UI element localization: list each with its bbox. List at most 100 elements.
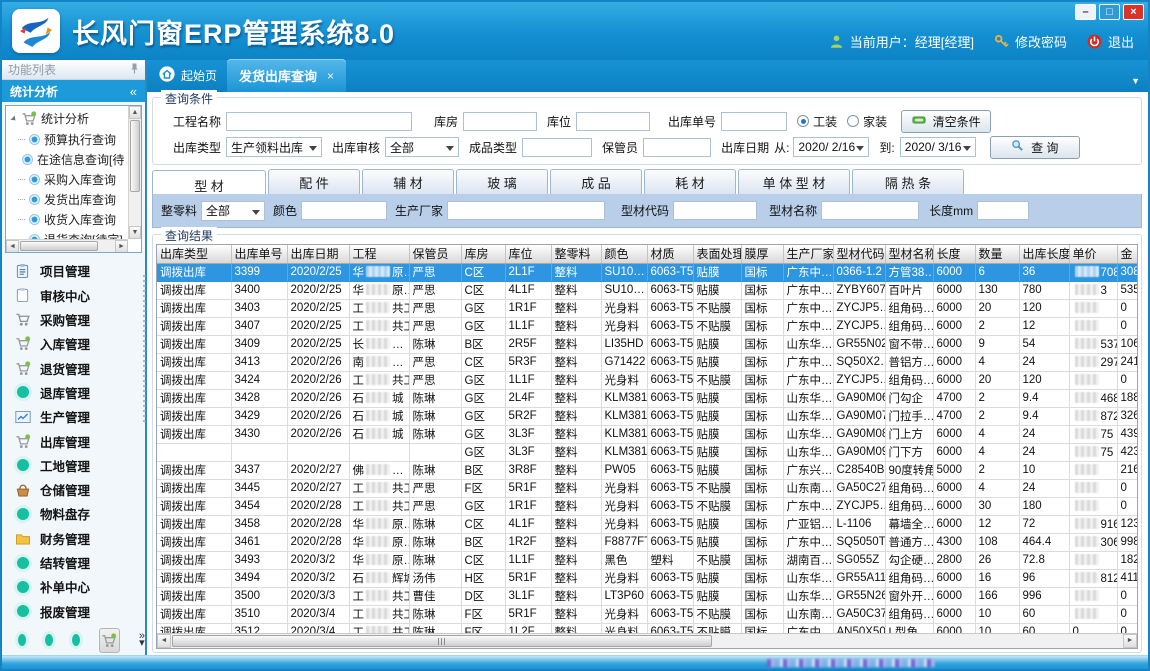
cell[interactable]: 广东中…: [783, 533, 833, 551]
cell[interactable]: 国标: [741, 425, 783, 443]
cell[interactable]: 门勾企: [885, 389, 933, 407]
cell[interactable]: 1R1F: [505, 299, 551, 317]
cell[interactable]: 3512: [231, 623, 287, 633]
cell[interactable]: 国标: [741, 389, 783, 407]
cell[interactable]: 调拨出库: [157, 569, 231, 587]
cell[interactable]: B区: [461, 335, 505, 353]
cell[interactable]: 2020/2/28: [287, 497, 349, 515]
cell[interactable]: 长…: [349, 335, 409, 353]
cell[interactable]: 不贴膜: [693, 551, 741, 569]
cell[interactable]: 4700: [933, 389, 975, 407]
cell[interactable]: 整料: [551, 263, 601, 281]
cell[interactable]: 3424: [231, 371, 287, 389]
cell[interactable]: 贴膜: [693, 263, 741, 281]
cell[interactable]: 工共工程: [349, 497, 409, 515]
cell[interactable]: [1069, 551, 1117, 569]
cell[interactable]: 山东华…: [783, 587, 833, 605]
cell[interactable]: 门下方: [885, 443, 933, 461]
cell[interactable]: 贴膜: [693, 443, 741, 461]
cell[interactable]: 10: [975, 623, 1019, 633]
cell[interactable]: 国标: [741, 299, 783, 317]
sidebar-item-报废管理[interactable]: 报废管理: [14, 601, 145, 622]
cell[interactable]: 严思: [409, 479, 461, 497]
scroll-right-icon[interactable]: ►: [1123, 634, 1137, 648]
warehouse-input[interactable]: [463, 112, 537, 131]
tree-expander-icon[interactable]: [10, 115, 17, 122]
cell[interactable]: 423: [1117, 443, 1137, 461]
cell[interactable]: 3454: [231, 497, 287, 515]
cell[interactable]: 山东华…: [783, 425, 833, 443]
cell[interactable]: 陈琳: [409, 461, 461, 479]
cell[interactable]: 窗外开…: [885, 587, 933, 605]
cell[interactable]: 组角码…: [885, 299, 933, 317]
cell[interactable]: 3L3F: [505, 443, 551, 461]
cell[interactable]: 国标: [741, 335, 783, 353]
cell[interactable]: 780: [1019, 281, 1069, 299]
cell[interactable]: 2020/2/26: [287, 425, 349, 443]
cell[interactable]: 9.4: [1019, 407, 1069, 425]
cell[interactable]: 30: [975, 497, 1019, 515]
cell[interactable]: 2: [975, 461, 1019, 479]
cell[interactable]: 广东中…: [783, 299, 833, 317]
tab-close-icon[interactable]: ×: [327, 69, 334, 83]
cell[interactable]: 6063-T5: [647, 425, 693, 443]
cell[interactable]: 2020/2/25: [287, 281, 349, 299]
cell[interactable]: 20: [975, 299, 1019, 317]
cell[interactable]: 石城: [349, 425, 409, 443]
change-password-button[interactable]: 修改密码: [994, 32, 1067, 51]
sidebar-item-仓储管理[interactable]: 仓储管理: [14, 479, 145, 500]
cell[interactable]: [1069, 605, 1117, 623]
sidebar-item-生产管理[interactable]: 生产管理: [14, 406, 145, 427]
cell[interactable]: 贴膜: [693, 461, 741, 479]
scrollbar-thumb[interactable]: [20, 241, 98, 251]
cell[interactable]: 光身料: [601, 515, 647, 533]
outbound-no-input[interactable]: [721, 112, 787, 131]
table-row[interactable]: 调拨出库34612020/2/28华原…陈琳B区1R2F整料F8877FT606…: [157, 533, 1137, 551]
column-header[interactable]: 表面处理: [693, 245, 741, 263]
scroll-left-icon[interactable]: ◄: [6, 240, 19, 253]
cell[interactable]: 24: [1019, 443, 1069, 461]
cell[interactable]: 2: [975, 407, 1019, 425]
cell[interactable]: D区: [461, 587, 505, 605]
cell[interactable]: KLM3817: [601, 407, 647, 425]
product-type-input[interactable]: [522, 138, 592, 157]
cell[interactable]: 贴膜: [693, 533, 741, 551]
table-row[interactable]: 调拨出库34452020/2/27工共工程严思F区5R1F整料光身料6063-T…: [157, 479, 1137, 497]
cell[interactable]: 贴膜: [693, 425, 741, 443]
cell[interactable]: 国标: [741, 605, 783, 623]
table-row[interactable]: 调拨出库35102020/3/4工共工程陈琳F区5R1F整料光身料6063-T5…: [157, 605, 1137, 623]
cell[interactable]: 组角码…: [885, 605, 933, 623]
cell[interactable]: 曹佳: [409, 587, 461, 605]
cell[interactable]: 山东南…: [783, 605, 833, 623]
cell[interactable]: 2020/2/27: [287, 461, 349, 479]
cell[interactable]: LT3P60: [601, 587, 647, 605]
cell[interactable]: B区: [461, 461, 505, 479]
cell[interactable]: 812: [1069, 569, 1117, 587]
cell[interactable]: 6000: [933, 515, 975, 533]
dot-icon[interactable]: [72, 634, 80, 646]
cell[interactable]: 调拨出库: [157, 623, 231, 633]
cell[interactable]: 6000: [933, 335, 975, 353]
cell[interactable]: 6000: [933, 443, 975, 461]
cell[interactable]: 整料: [551, 587, 601, 605]
cell[interactable]: 石辉城: [349, 569, 409, 587]
cell[interactable]: 调拨出库: [157, 497, 231, 515]
cell[interactable]: 4: [975, 479, 1019, 497]
cell[interactable]: 3458: [231, 515, 287, 533]
cell[interactable]: 4: [975, 353, 1019, 371]
cell[interactable]: 216: [1117, 461, 1137, 479]
cell[interactable]: ZYCJP5…: [833, 371, 885, 389]
cell[interactable]: 整料: [551, 425, 601, 443]
cell[interactable]: 6000: [933, 371, 975, 389]
cell[interactable]: 1L1F: [505, 551, 551, 569]
cell[interactable]: 6063-T5: [647, 623, 693, 633]
cell[interactable]: 4L1F: [505, 515, 551, 533]
column-header[interactable]: 库位: [505, 245, 551, 263]
cell[interactable]: 湖南百…: [783, 551, 833, 569]
date-to-select[interactable]: 2020/ 3/16: [900, 137, 976, 157]
color-input[interactable]: [301, 201, 387, 220]
cell[interactable]: 门上方: [885, 425, 933, 443]
cell[interactable]: F8877FT: [601, 533, 647, 551]
cell[interactable]: 整料: [551, 371, 601, 389]
table-horizontal-scrollbar[interactable]: ◄ ►: [157, 633, 1137, 648]
